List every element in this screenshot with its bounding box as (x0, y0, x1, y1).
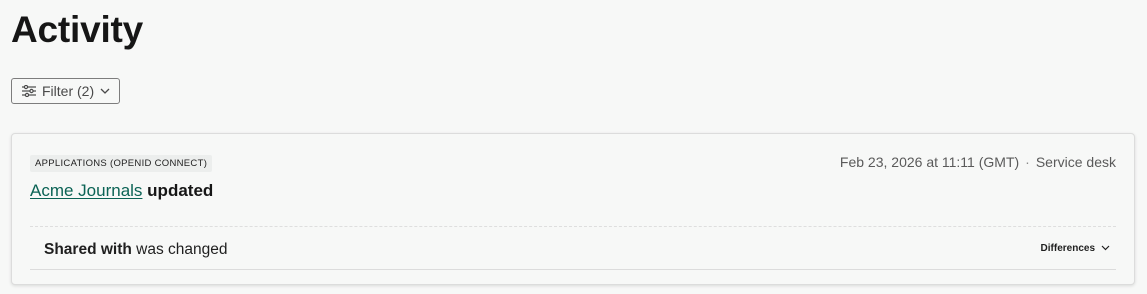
change-summary: Shared with was changed (44, 240, 228, 260)
chevron-down-icon (1101, 241, 1110, 257)
chevron-down-icon (100, 88, 110, 94)
activity-source: Service desk (1035, 154, 1116, 170)
activity-card: APPLICATIONS (OPENID CONNECT) Feb 23, 20… (11, 133, 1135, 285)
filter-button[interactable]: Filter (2) (11, 78, 121, 104)
change-description: was changed (136, 241, 228, 258)
differences-toggle[interactable]: Differences (1041, 241, 1110, 257)
activity-page: Activity Filter (2) APPLICATIONS (OPENID… (0, 0, 1147, 294)
change-row: Shared with was changed Differences (30, 227, 1116, 270)
activity-headline: Acme Journals updated (30, 179, 213, 203)
change-field: Shared with (44, 241, 132, 258)
category-badge: APPLICATIONS (OPENID CONNECT) (30, 155, 213, 172)
meta-separator: · (1025, 154, 1030, 170)
page-title: Activity (11, 9, 144, 50)
differences-label: Differences (1040, 243, 1095, 254)
subject-link[interactable]: Acme Journals (30, 181, 142, 200)
sliders-icon (22, 85, 36, 97)
activity-meta: Feb 23, 2026 at 11:11 (GMT) · Service de… (840, 153, 1116, 171)
activity-verb: updated (147, 181, 214, 200)
filter-label: Filter (2) (42, 83, 95, 99)
activity-timestamp: Feb 23, 2026 at 11:11 (GMT) (839, 154, 1020, 170)
